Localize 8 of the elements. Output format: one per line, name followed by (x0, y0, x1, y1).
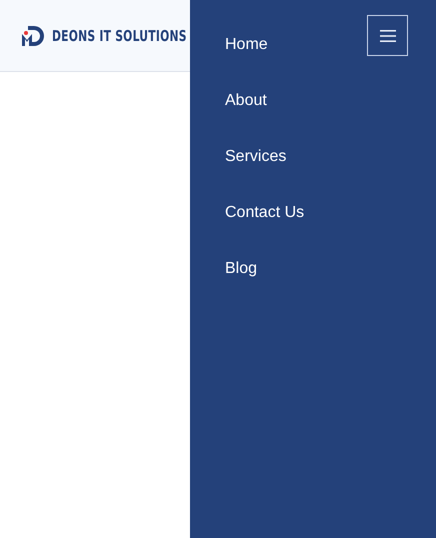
menu-item[interactable]: About (225, 91, 267, 110)
menu-item[interactable]: Home (225, 35, 268, 54)
menu-item[interactable]: Services (225, 147, 286, 166)
brand-name: DEONS IT SOLUTIONS (52, 26, 187, 44)
menu-icon (380, 28, 396, 42)
menu-item[interactable]: Blog (225, 259, 258, 278)
menu-item[interactable]: Contact Us (225, 203, 304, 222)
menu-button[interactable] (367, 15, 408, 56)
